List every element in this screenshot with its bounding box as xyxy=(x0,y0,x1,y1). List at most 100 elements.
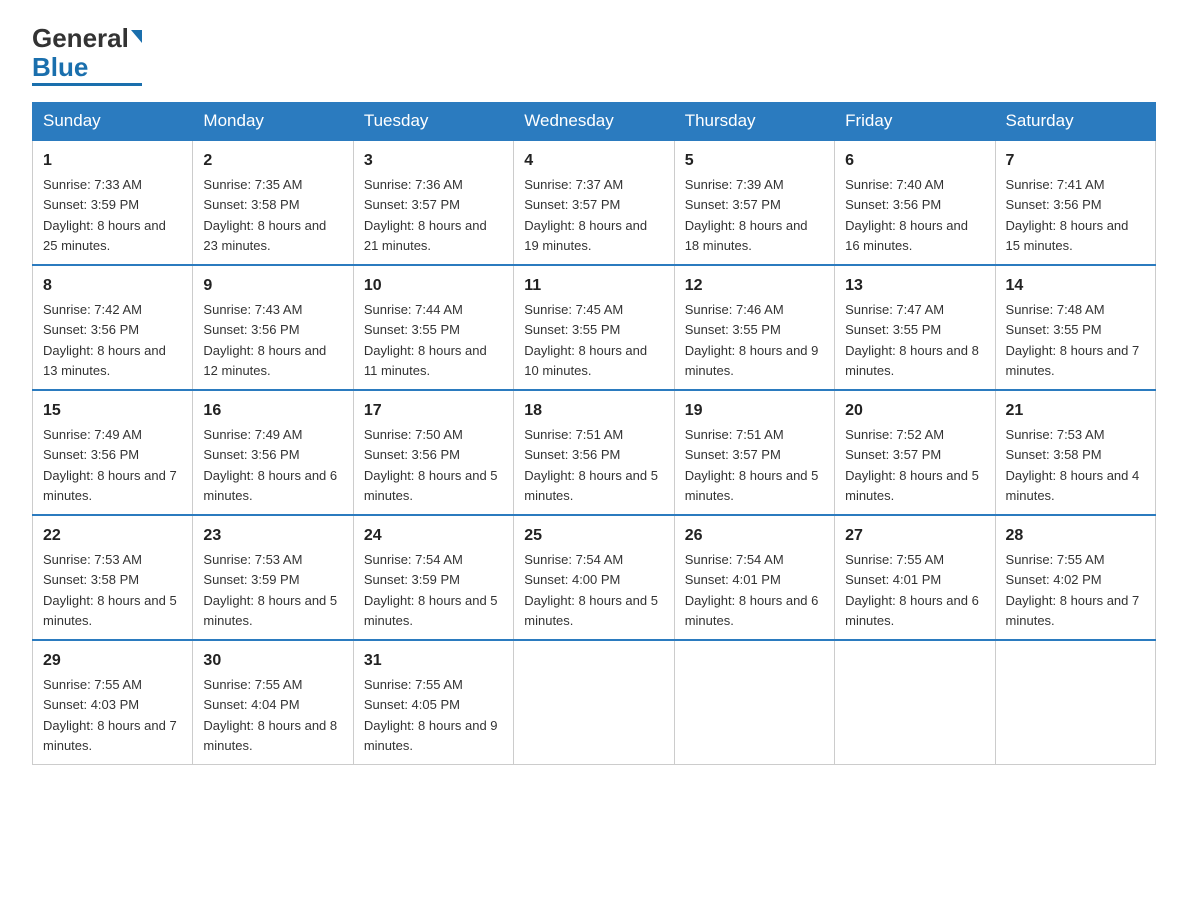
calendar-cell: 19 Sunrise: 7:51 AMSunset: 3:57 PMDayligh… xyxy=(674,390,834,515)
calendar-cell: 14 Sunrise: 7:48 AMSunset: 3:55 PMDayligh… xyxy=(995,265,1155,390)
day-info: Sunrise: 7:33 AMSunset: 3:59 PMDaylight:… xyxy=(43,177,166,253)
day-info: Sunrise: 7:54 AMSunset: 4:01 PMDaylight:… xyxy=(685,552,819,628)
weekday-header-monday: Monday xyxy=(193,103,353,141)
day-info: Sunrise: 7:53 AMSunset: 3:59 PMDaylight:… xyxy=(203,552,337,628)
calendar-week-row: 8Sunrise: 7:42 AMSunset: 3:56 PMDaylight… xyxy=(33,265,1156,390)
day-info: Sunrise: 7:36 AMSunset: 3:57 PMDaylight:… xyxy=(364,177,487,253)
day-number: 21 xyxy=(1006,399,1145,423)
day-number: 3 xyxy=(364,149,503,173)
day-info: Sunrise: 7:55 AMSunset: 4:02 PMDaylight:… xyxy=(1006,552,1140,628)
day-info: Sunrise: 7:54 AMSunset: 4:00 PMDaylight:… xyxy=(524,552,658,628)
logo-line xyxy=(32,83,142,86)
calendar-cell: 6 Sunrise: 7:40 AMSunset: 3:56 PMDaylight… xyxy=(835,140,995,265)
calendar-cell: 25 Sunrise: 7:54 AMSunset: 4:00 PMDayligh… xyxy=(514,515,674,640)
calendar-cell: 21 Sunrise: 7:53 AMSunset: 3:58 PMDayligh… xyxy=(995,390,1155,515)
calendar-cell: 7 Sunrise: 7:41 AMSunset: 3:56 PMDaylight… xyxy=(995,140,1155,265)
day-number: 1 xyxy=(43,149,182,173)
logo-text: GeneralBlue xyxy=(32,24,142,81)
calendar-cell: 9 Sunrise: 7:43 AMSunset: 3:56 PMDaylight… xyxy=(193,265,353,390)
calendar-cell xyxy=(674,640,834,765)
day-info: Sunrise: 7:51 AMSunset: 3:57 PMDaylight:… xyxy=(685,427,819,503)
logo-triangle-icon xyxy=(131,30,142,43)
calendar-cell xyxy=(835,640,995,765)
day-number: 18 xyxy=(524,399,663,423)
calendar-cell: 29 Sunrise: 7:55 AMSunset: 4:03 PMDayligh… xyxy=(33,640,193,765)
calendar-cell: 26 Sunrise: 7:54 AMSunset: 4:01 PMDayligh… xyxy=(674,515,834,640)
weekday-header-row: SundayMondayTuesdayWednesdayThursdayFrid… xyxy=(33,103,1156,141)
day-number: 13 xyxy=(845,274,984,298)
calendar-cell: 8Sunrise: 7:42 AMSunset: 3:56 PMDaylight… xyxy=(33,265,193,390)
day-number: 24 xyxy=(364,524,503,548)
calendar-cell: 18 Sunrise: 7:51 AMSunset: 3:56 PMDayligh… xyxy=(514,390,674,515)
day-number: 15 xyxy=(43,399,182,423)
calendar-week-row: 1 Sunrise: 7:33 AMSunset: 3:59 PMDaylight… xyxy=(33,140,1156,265)
calendar-cell: 15 Sunrise: 7:49 AMSunset: 3:56 PMDayligh… xyxy=(33,390,193,515)
calendar-week-row: 22 Sunrise: 7:53 AMSunset: 3:58 PMDayligh… xyxy=(33,515,1156,640)
day-info: Sunrise: 7:50 AMSunset: 3:56 PMDaylight:… xyxy=(364,427,498,503)
day-info: Sunrise: 7:35 AMSunset: 3:58 PMDaylight:… xyxy=(203,177,326,253)
day-info: Sunrise: 7:49 AMSunset: 3:56 PMDaylight:… xyxy=(43,427,177,503)
day-number: 30 xyxy=(203,649,342,673)
weekday-header-tuesday: Tuesday xyxy=(353,103,513,141)
calendar-week-row: 15 Sunrise: 7:49 AMSunset: 3:56 PMDayligh… xyxy=(33,390,1156,515)
calendar-cell: 31Sunrise: 7:55 AMSunset: 4:05 PMDayligh… xyxy=(353,640,513,765)
weekday-header-saturday: Saturday xyxy=(995,103,1155,141)
day-number: 4 xyxy=(524,149,663,173)
day-number: 22 xyxy=(43,524,182,548)
day-number: 26 xyxy=(685,524,824,548)
calendar-cell: 27Sunrise: 7:55 AMSunset: 4:01 PMDayligh… xyxy=(835,515,995,640)
day-number: 25 xyxy=(524,524,663,548)
calendar-cell: 5 Sunrise: 7:39 AMSunset: 3:57 PMDaylight… xyxy=(674,140,834,265)
day-number: 11 xyxy=(524,274,663,298)
calendar-cell: 17Sunrise: 7:50 AMSunset: 3:56 PMDayligh… xyxy=(353,390,513,515)
weekday-header-friday: Friday xyxy=(835,103,995,141)
day-info: Sunrise: 7:44 AMSunset: 3:55 PMDaylight:… xyxy=(364,302,487,378)
logo-blue-text: Blue xyxy=(32,52,88,82)
day-info: Sunrise: 7:55 AMSunset: 4:03 PMDaylight:… xyxy=(43,677,177,753)
calendar-table: SundayMondayTuesdayWednesdayThursdayFrid… xyxy=(32,102,1156,765)
calendar-cell xyxy=(995,640,1155,765)
day-number: 16 xyxy=(203,399,342,423)
day-info: Sunrise: 7:48 AMSunset: 3:55 PMDaylight:… xyxy=(1006,302,1140,378)
day-info: Sunrise: 7:52 AMSunset: 3:57 PMDaylight:… xyxy=(845,427,979,503)
weekday-header-wednesday: Wednesday xyxy=(514,103,674,141)
day-number: 31 xyxy=(364,649,503,673)
calendar-cell: 20Sunrise: 7:52 AMSunset: 3:57 PMDayligh… xyxy=(835,390,995,515)
calendar-cell: 2 Sunrise: 7:35 AMSunset: 3:58 PMDaylight… xyxy=(193,140,353,265)
day-number: 10 xyxy=(364,274,503,298)
weekday-header-sunday: Sunday xyxy=(33,103,193,141)
page-header: GeneralBlue xyxy=(32,24,1156,86)
day-info: Sunrise: 7:54 AMSunset: 3:59 PMDaylight:… xyxy=(364,552,498,628)
day-number: 27 xyxy=(845,524,984,548)
calendar-cell: 11Sunrise: 7:45 AMSunset: 3:55 PMDayligh… xyxy=(514,265,674,390)
weekday-header-thursday: Thursday xyxy=(674,103,834,141)
day-info: Sunrise: 7:39 AMSunset: 3:57 PMDaylight:… xyxy=(685,177,808,253)
day-info: Sunrise: 7:40 AMSunset: 3:56 PMDaylight:… xyxy=(845,177,968,253)
calendar-week-row: 29 Sunrise: 7:55 AMSunset: 4:03 PMDayligh… xyxy=(33,640,1156,765)
day-info: Sunrise: 7:53 AMSunset: 3:58 PMDaylight:… xyxy=(1006,427,1140,503)
calendar-cell: 12Sunrise: 7:46 AMSunset: 3:55 PMDayligh… xyxy=(674,265,834,390)
calendar-cell: 30Sunrise: 7:55 AMSunset: 4:04 PMDayligh… xyxy=(193,640,353,765)
day-number: 9 xyxy=(203,274,342,298)
day-info: Sunrise: 7:37 AMSunset: 3:57 PMDaylight:… xyxy=(524,177,647,253)
day-info: Sunrise: 7:47 AMSunset: 3:55 PMDaylight:… xyxy=(845,302,979,378)
calendar-cell: 16Sunrise: 7:49 AMSunset: 3:56 PMDayligh… xyxy=(193,390,353,515)
day-number: 2 xyxy=(203,149,342,173)
calendar-cell: 4 Sunrise: 7:37 AMSunset: 3:57 PMDaylight… xyxy=(514,140,674,265)
calendar-cell: 3 Sunrise: 7:36 AMSunset: 3:57 PMDaylight… xyxy=(353,140,513,265)
day-number: 5 xyxy=(685,149,824,173)
day-number: 6 xyxy=(845,149,984,173)
day-number: 29 xyxy=(43,649,182,673)
calendar-cell: 13 Sunrise: 7:47 AMSunset: 3:55 PMDayligh… xyxy=(835,265,995,390)
day-info: Sunrise: 7:42 AMSunset: 3:56 PMDaylight:… xyxy=(43,302,166,378)
day-info: Sunrise: 7:51 AMSunset: 3:56 PMDaylight:… xyxy=(524,427,658,503)
day-number: 19 xyxy=(685,399,824,423)
day-info: Sunrise: 7:43 AMSunset: 3:56 PMDaylight:… xyxy=(203,302,326,378)
day-info: Sunrise: 7:53 AMSunset: 3:58 PMDaylight:… xyxy=(43,552,177,628)
day-number: 7 xyxy=(1006,149,1145,173)
calendar-cell: 1 Sunrise: 7:33 AMSunset: 3:59 PMDaylight… xyxy=(33,140,193,265)
day-number: 14 xyxy=(1006,274,1145,298)
day-info: Sunrise: 7:41 AMSunset: 3:56 PMDaylight:… xyxy=(1006,177,1129,253)
calendar-cell xyxy=(514,640,674,765)
calendar-cell: 23Sunrise: 7:53 AMSunset: 3:59 PMDayligh… xyxy=(193,515,353,640)
